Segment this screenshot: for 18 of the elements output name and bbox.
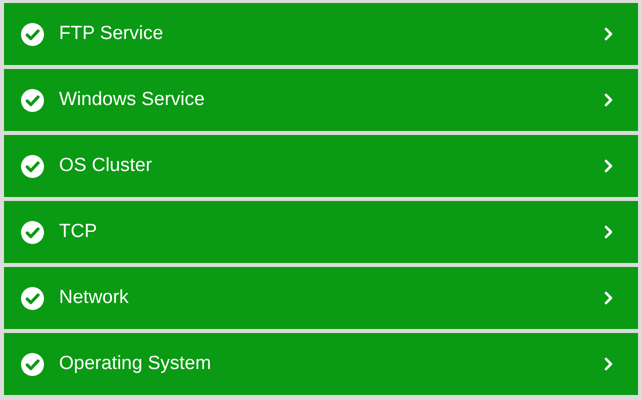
service-name: Network xyxy=(59,287,130,309)
service-row[interactable]: Windows Service xyxy=(4,69,638,131)
chevron-right-icon xyxy=(604,93,614,107)
service-row[interactable]: FTP Service xyxy=(4,3,638,65)
service-name: TCP xyxy=(59,221,98,243)
service-name: FTP Service xyxy=(59,23,164,45)
service-row[interactable]: Network xyxy=(4,267,638,329)
chevron-right-icon xyxy=(604,159,614,173)
service-name: Windows Service xyxy=(59,89,206,111)
chevron-right-icon xyxy=(604,291,614,305)
chevron-right-icon xyxy=(604,27,614,41)
service-name: OS Cluster xyxy=(59,155,153,177)
chevron-right-icon xyxy=(604,357,614,371)
service-row[interactable]: OS Cluster xyxy=(4,135,638,197)
chevron-right-icon xyxy=(604,225,614,239)
service-name: Operating System xyxy=(59,353,212,375)
service-row[interactable]: Operating System xyxy=(4,333,638,395)
service-row[interactable]: TCP xyxy=(4,201,638,263)
